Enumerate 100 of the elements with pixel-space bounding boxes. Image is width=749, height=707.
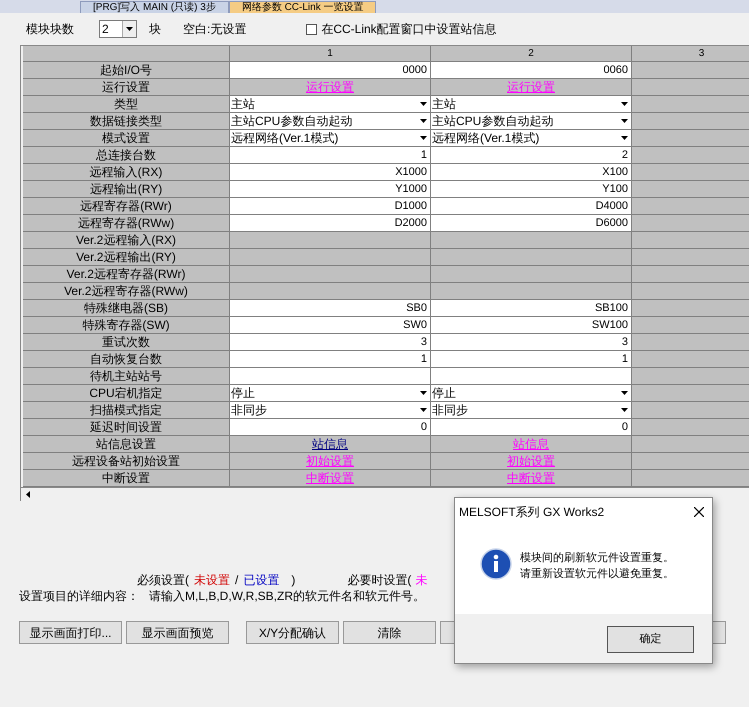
table-cell[interactable]: Y1000 bbox=[230, 181, 431, 198]
table-dropdown[interactable]: 主站 bbox=[230, 96, 431, 113]
table-dropdown[interactable]: 非同步 bbox=[431, 402, 632, 419]
dropdown-arrow-icon bbox=[420, 136, 426, 140]
setting-link[interactable]: 站信息 bbox=[312, 436, 348, 452]
legend-label: 必须设置( bbox=[137, 572, 189, 587]
column-header: 3 bbox=[632, 46, 749, 62]
action-button[interactable]: X/Y分配确认 bbox=[246, 621, 339, 644]
row-label: 远程输入(RX) bbox=[23, 164, 230, 181]
row-label: 特殊继电器(SB) bbox=[23, 300, 230, 317]
module-count-label: 模块块数 bbox=[26, 21, 74, 38]
row-label: 数据链接类型 bbox=[23, 113, 230, 130]
dropdown-arrow-icon bbox=[620, 136, 628, 140]
table-dropdown[interactable]: 远程网络(Ver.1模式) bbox=[230, 130, 431, 147]
legend-unset: 未 bbox=[415, 572, 428, 587]
ok-button[interactable]: 确定 bbox=[607, 626, 694, 653]
document-tab[interactable]: 网络参数 CC-Link 一览设置 bbox=[228, 1, 376, 13]
detail-label: 设置项目的详细内容： bbox=[19, 588, 139, 605]
table-dropdown[interactable]: 停止 bbox=[230, 385, 431, 402]
module-count-dropdown[interactable]: 2 bbox=[99, 20, 137, 38]
dropdown-arrow-icon bbox=[620, 119, 628, 123]
row-label: 特殊寄存器(SW) bbox=[23, 317, 230, 334]
table-cell[interactable]: 1 bbox=[230, 147, 431, 164]
table-cell[interactable]: 0060 bbox=[431, 62, 632, 79]
row-label: 待机主站站号 bbox=[23, 368, 230, 385]
row-label: 总连接台数 bbox=[23, 147, 230, 164]
row-label: 模式设置 bbox=[23, 130, 230, 147]
table-cell[interactable]: 3 bbox=[431, 334, 632, 351]
table-dropdown[interactable]: 远程网络(Ver.1模式) bbox=[431, 130, 632, 147]
row-label: 起始I/O号 bbox=[23, 62, 230, 79]
column-header: 1 bbox=[230, 46, 431, 62]
table-cell[interactable]: D2000 bbox=[230, 215, 431, 232]
row-label: 远程输出(RY) bbox=[23, 181, 230, 198]
table-cell[interactable]: X100 bbox=[431, 164, 632, 181]
table-cell[interactable]: 1 bbox=[431, 351, 632, 368]
table-dropdown[interactable]: 非同步 bbox=[230, 402, 431, 419]
dropdown-arrow-icon bbox=[420, 391, 426, 395]
table-cell[interactable]: SB100 bbox=[431, 300, 632, 317]
row-label: 类型 bbox=[23, 96, 230, 113]
row-label: 自动恢复台数 bbox=[23, 351, 230, 368]
table-dropdown[interactable]: 主站CPU参数自动起动 bbox=[230, 113, 431, 130]
dialog-title: MELSOFT系列 GX Works2 bbox=[459, 504, 606, 521]
detail-text: 请输入M,L,B,D,W,R,SB,ZR的软元件名和软元件号。 bbox=[149, 588, 426, 605]
action-button[interactable]: 显示画面预览 bbox=[126, 621, 229, 644]
table-cell[interactable]: SW0 bbox=[230, 317, 431, 334]
legend-set: 已设置 bbox=[243, 572, 280, 587]
table-cell[interactable]: 1 bbox=[230, 351, 431, 368]
row-label: Ver.2远程输出(RY) bbox=[23, 249, 230, 266]
dialog-message: 请重新设置软元件以避免重复。 bbox=[520, 566, 674, 582]
table-cell[interactable]: SB0 bbox=[230, 300, 431, 317]
row-label: 站信息设置 bbox=[23, 436, 230, 453]
dropdown-arrow-icon bbox=[620, 408, 628, 412]
table-cell[interactable]: D6000 bbox=[431, 215, 632, 232]
horizontal-scrollbar[interactable] bbox=[21, 487, 749, 501]
legend-close: ) bbox=[291, 572, 296, 587]
dropdown-arrow-icon bbox=[420, 119, 426, 123]
table-dropdown[interactable]: 主站 bbox=[431, 96, 632, 113]
table-cell[interactable]: 3 bbox=[230, 334, 431, 351]
checkbox-label: 在CC-Link配置窗口中设置站信息 bbox=[321, 21, 497, 38]
row-label: CPU宕机指定 bbox=[23, 385, 230, 402]
table-cell[interactable]: X1000 bbox=[230, 164, 431, 181]
dropdown-arrow-icon bbox=[620, 391, 628, 395]
table-dropdown[interactable]: 停止 bbox=[431, 385, 632, 402]
row-label: Ver.2远程寄存器(RWw) bbox=[23, 283, 230, 300]
table-cell[interactable]: 2 bbox=[431, 147, 632, 164]
legend-separator: / bbox=[235, 572, 238, 587]
row-label: 远程设备站初始设置 bbox=[23, 453, 230, 470]
action-button[interactable]: 显示画面打印... bbox=[19, 621, 122, 644]
legend-label: 必要时设置( bbox=[347, 572, 412, 587]
row-label: Ver.2远程输入(RX) bbox=[23, 232, 230, 249]
unit-label: 块 bbox=[149, 21, 161, 38]
row-label: 重试次数 bbox=[23, 334, 230, 351]
row-label: 远程寄存器(RWw) bbox=[23, 215, 230, 232]
table-dropdown[interactable]: 主站CPU参数自动起动 bbox=[431, 113, 632, 130]
dropdown-arrow-icon bbox=[620, 102, 628, 106]
dropdown-arrow-icon bbox=[420, 102, 426, 106]
action-button[interactable]: 清除 bbox=[343, 621, 436, 644]
table-cell[interactable]: D4000 bbox=[431, 198, 632, 215]
info-icon bbox=[480, 548, 512, 580]
row-label: 延迟时间设置 bbox=[23, 419, 230, 436]
table-cell[interactable]: 0 bbox=[230, 419, 431, 436]
scroll-left-icon[interactable] bbox=[26, 491, 30, 498]
table-cell[interactable]: 0 bbox=[431, 419, 632, 436]
row-label: 扫描模式指定 bbox=[23, 402, 230, 419]
row-label: 远程寄存器(RWr) bbox=[23, 198, 230, 215]
column-header: 2 bbox=[431, 46, 632, 62]
table-cell[interactable]: D1000 bbox=[230, 198, 431, 215]
row-label: 中断设置 bbox=[23, 470, 230, 487]
legend-unset: 未设置 bbox=[194, 572, 230, 587]
table-cell[interactable]: 0000 bbox=[230, 62, 431, 79]
checkbox[interactable] bbox=[306, 24, 318, 34]
document-tab[interactable]: [PRG]写入 MAIN (只读) 3步 bbox=[80, 1, 229, 13]
dropdown-arrow-icon bbox=[126, 27, 133, 31]
dialog-message: 模块间的刷新软元件设置重复。 bbox=[520, 550, 674, 566]
row-label: 运行设置 bbox=[23, 79, 230, 96]
blank-note: 空白:无设置 bbox=[183, 21, 246, 38]
table-cell[interactable]: Y100 bbox=[431, 181, 632, 198]
table-cell[interactable]: SW100 bbox=[431, 317, 632, 334]
close-icon[interactable] bbox=[694, 507, 704, 517]
dropdown-arrow-icon bbox=[420, 408, 426, 412]
